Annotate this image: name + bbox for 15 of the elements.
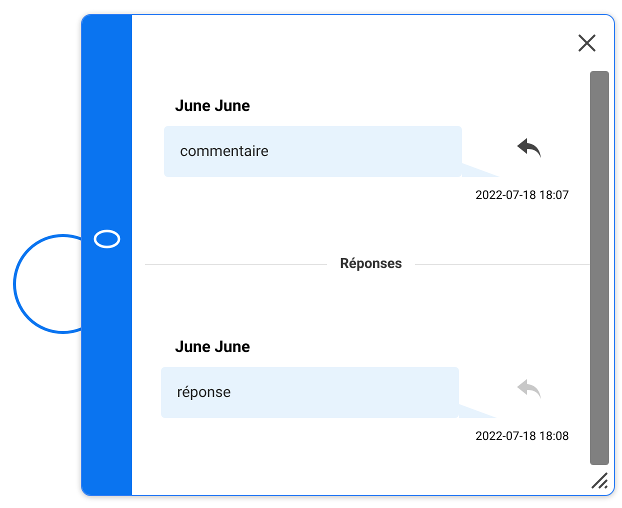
author-name: June June	[175, 96, 250, 116]
reply-icon	[517, 138, 541, 158]
close-button[interactable]	[577, 33, 597, 53]
replies-heading: Réponses	[340, 255, 402, 274]
bubble-tail	[462, 163, 502, 177]
scrollbar-thumb[interactable]	[590, 71, 609, 465]
timestamp: 2022-07-18 18:07	[476, 187, 569, 203]
reply-button[interactable]	[516, 136, 542, 158]
timestamp: 2022-07-18 18:08	[476, 428, 569, 444]
close-icon	[578, 34, 596, 52]
resize-handle-icon[interactable]	[591, 472, 608, 489]
bubble-tail	[459, 404, 499, 418]
reply-icon	[517, 378, 541, 398]
author-name: June June	[175, 337, 250, 357]
marker-icon	[93, 229, 121, 249]
